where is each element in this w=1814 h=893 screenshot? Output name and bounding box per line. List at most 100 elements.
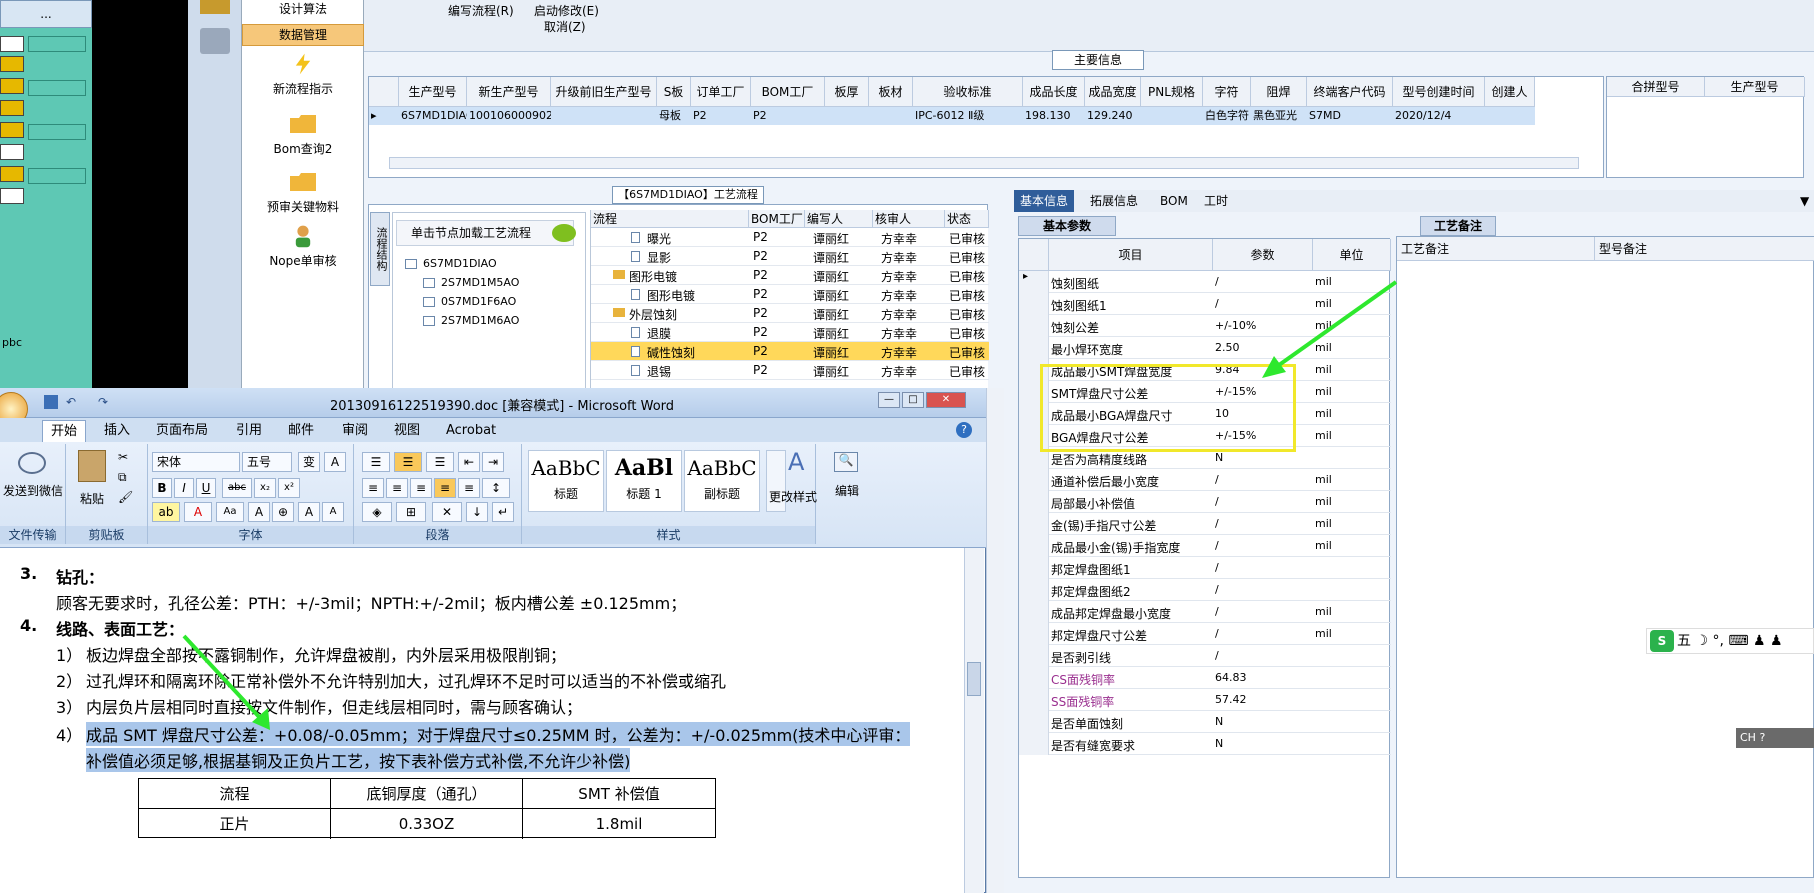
subscript-button[interactable]: x₂: [254, 478, 276, 498]
table-row[interactable]: 是否单面蚀刻 N: [1019, 711, 1391, 733]
table-cell[interactable]: 黑色亚光: [1251, 107, 1307, 125]
table-row[interactable]: 图形电镀 P2 谭丽红 方幸幸 已审核: [591, 266, 989, 285]
row-indicator[interactable]: ▸: [369, 107, 399, 125]
tab-page-layout[interactable]: 页面布局: [148, 420, 216, 442]
toolbar-edit-flow[interactable]: 编写流程(R): [448, 2, 514, 19]
align-right-icon[interactable]: ≡: [410, 478, 432, 498]
language-bar[interactable]: CH ?: [1736, 728, 1814, 748]
tree-node[interactable]: 2S7MD1M6AO: [423, 314, 519, 327]
table-row[interactable]: 成品最小金(锡)手指宽度 / mil: [1019, 535, 1391, 557]
align-left-icon[interactable]: ≡: [362, 478, 384, 498]
table-cell[interactable]: [1141, 107, 1203, 125]
horizontal-scrollbar[interactable]: [389, 157, 1579, 169]
char-shading-icon[interactable]: A: [248, 502, 270, 522]
tree-node[interactable]: 2S7MD1M5AO: [423, 276, 519, 289]
tree-node[interactable]: 0S7MD1F6AO: [423, 295, 516, 308]
table-cell[interactable]: P2: [691, 107, 751, 125]
column-header[interactable]: 创建人: [1485, 77, 1535, 107]
param-value[interactable]: 57.42: [1215, 693, 1247, 706]
column-header[interactable]: 新生产型号: [467, 77, 551, 107]
tab-basic-params[interactable]: 基本参数: [1018, 216, 1116, 236]
tab-work-hours[interactable]: 工时: [1198, 190, 1234, 212]
change-style-button[interactable]: 更改样式: [768, 488, 818, 505]
param-value[interactable]: /: [1215, 473, 1219, 486]
style-heading-1[interactable]: AaBl 标题 1: [606, 450, 682, 512]
wechat-icon[interactable]: [18, 452, 46, 474]
table-row[interactable]: 邦定焊盘图纸1 /: [1019, 557, 1391, 579]
maximize-button[interactable]: □: [902, 392, 924, 408]
param-value[interactable]: N: [1215, 715, 1223, 728]
edit-button[interactable]: 编辑: [822, 482, 872, 499]
column-header[interactable]: 成品长度: [1023, 77, 1085, 107]
table-row[interactable]: 是否剥引线 /: [1019, 645, 1391, 667]
table-row[interactable]: 蚀刻公差 +/-10% mil: [1019, 315, 1391, 337]
column-header[interactable]: BOM工厂: [749, 210, 805, 228]
column-header[interactable]: 订单工厂: [691, 77, 751, 107]
phonetic-guide-icon[interactable]: 变: [298, 452, 320, 472]
strip-title[interactable]: ...: [0, 0, 92, 28]
find-icon[interactable]: 🔍: [834, 452, 858, 472]
column-header[interactable]: 核审人: [873, 210, 945, 228]
param-value[interactable]: /: [1215, 495, 1219, 508]
table-cell[interactable]: [1485, 107, 1535, 125]
align-center-icon[interactable]: ≡: [386, 478, 408, 498]
column-header[interactable]: 阻焊: [1251, 77, 1307, 107]
tree-node[interactable]: 6S7MD1DIAO: [405, 257, 497, 270]
column-header[interactable]: 编写人: [805, 210, 873, 228]
column-header[interactable]: 状态: [945, 210, 989, 228]
italic-button[interactable]: I: [174, 478, 194, 498]
table-cell[interactable]: 白色字符: [1203, 107, 1251, 125]
sort-icon[interactable]: ↓: [466, 502, 488, 522]
column-header[interactable]: BOM工厂: [751, 77, 825, 107]
superscript-button[interactable]: x²: [278, 478, 300, 498]
calendar-icon[interactable]: [200, 0, 230, 14]
change-style-icon[interactable]: A: [788, 448, 804, 476]
param-value[interactable]: 2.50: [1215, 341, 1240, 354]
save-icon[interactable]: [44, 395, 58, 409]
column-header[interactable]: PNL规格: [1141, 77, 1203, 107]
font-color-button[interactable]: A: [184, 502, 212, 522]
column-header[interactable]: 型号备注: [1595, 237, 1814, 261]
column-header[interactable]: 工艺备注: [1397, 237, 1595, 261]
column-header[interactable]: 终端客户代码: [1307, 77, 1393, 107]
param-value[interactable]: /: [1215, 583, 1219, 596]
tab-flow-structure[interactable]: 流程结构: [370, 212, 390, 286]
table-row[interactable]: CS面残铜率 64.83: [1019, 667, 1391, 689]
column-header[interactable]: 合拼型号: [1607, 77, 1705, 97]
param-value[interactable]: N: [1215, 451, 1223, 464]
vertical-scrollbar[interactable]: [986, 388, 1004, 893]
table-row[interactable]: 金(锡)手指尺寸公差 / mil: [1019, 513, 1391, 535]
menu-item-prereview-material[interactable]: 预审关键物料: [242, 170, 364, 215]
menu-item-nope-review[interactable]: Nope单审核: [242, 224, 364, 269]
column-header[interactable]: 型号创建时间: [1393, 77, 1485, 107]
tab-basic-info[interactable]: 基本信息: [1014, 190, 1075, 212]
table-row[interactable]: 局部最小补偿值 / mil: [1019, 491, 1391, 513]
param-value[interactable]: N: [1215, 737, 1223, 750]
table-row[interactable]: ▸ 蚀刻图纸 / mil: [1019, 271, 1391, 293]
param-value[interactable]: /: [1215, 649, 1219, 662]
strikethrough-button[interactable]: abc: [222, 478, 252, 498]
table-row[interactable]: 退锡 P2 谭丽红 方幸幸 已审核: [591, 361, 989, 380]
tab-mailings[interactable]: 邮件: [280, 420, 322, 442]
table-cell[interactable]: 198.130: [1023, 107, 1085, 125]
change-case-button[interactable]: Aa: [216, 502, 244, 522]
table-row[interactable]: 邦定焊盘图纸2 /: [1019, 579, 1391, 601]
param-value[interactable]: /: [1215, 605, 1219, 618]
column-header[interactable]: 流程: [591, 210, 749, 228]
table-cell[interactable]: 10010600090238: [467, 107, 551, 125]
table-row[interactable]: 通道补偿后最小宽度 / mil: [1019, 469, 1391, 491]
column-header[interactable]: 成品宽度: [1085, 77, 1141, 107]
column-header[interactable]: S板: [657, 77, 691, 107]
column-header[interactable]: 参数: [1213, 239, 1313, 271]
column-header[interactable]: 板材: [869, 77, 913, 107]
increase-indent-icon[interactable]: ⇥: [482, 452, 504, 472]
param-value[interactable]: /: [1215, 297, 1219, 310]
table-row[interactable]: 外层蚀刻 P2 谭丽红 方幸幸 已审核: [591, 304, 989, 323]
borders-icon[interactable]: ⊞: [396, 502, 426, 522]
chinese-layout-icon[interactable]: ✕: [432, 502, 462, 522]
param-value[interactable]: /: [1215, 517, 1219, 530]
column-header[interactable]: 验收标准: [913, 77, 1023, 107]
menu-item-design-algo[interactable]: 设计算法: [242, 0, 364, 18]
param-value[interactable]: 64.83: [1215, 671, 1247, 684]
distributed-icon[interactable]: ≡: [458, 478, 480, 498]
